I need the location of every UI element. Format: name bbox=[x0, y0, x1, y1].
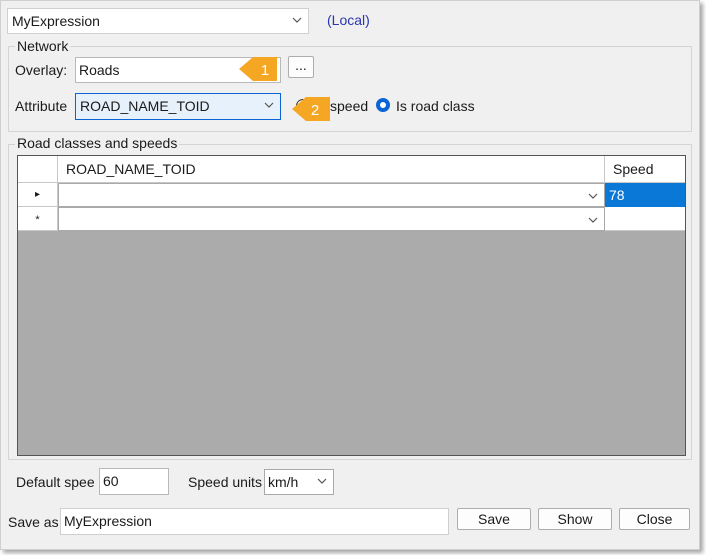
chevron-down-icon bbox=[264, 102, 274, 108]
column-header-speed-label: Speed bbox=[613, 161, 654, 177]
callout-2-number: 2 bbox=[310, 102, 320, 119]
speed-units-label: Speed units bbox=[188, 474, 262, 490]
row-header-current[interactable]: ▸ bbox=[18, 183, 58, 207]
save-as-field[interactable]: MyExpression bbox=[60, 508, 449, 535]
speed-cell[interactable]: 78 bbox=[605, 183, 685, 207]
road-classes-grid[interactable]: ROAD_NAME_TOID Speed ▸ 78 * bbox=[17, 155, 686, 456]
attribute-select[interactable]: ROAD_NAME_TOID bbox=[75, 93, 281, 120]
expression-select[interactable]: MyExpression bbox=[7, 8, 309, 34]
road-class-cell-select[interactable] bbox=[58, 207, 605, 231]
save-as-value: MyExpression bbox=[64, 513, 152, 529]
attribute-select-value: ROAD_NAME_TOID bbox=[80, 98, 210, 114]
speed-units-value: km/h bbox=[268, 474, 299, 490]
expression-select-value: MyExpression bbox=[12, 13, 100, 29]
new-row-indicator-icon: * bbox=[35, 214, 40, 226]
road-classes-title: Road classes and speeds bbox=[15, 135, 180, 151]
chevron-down-icon bbox=[588, 217, 598, 223]
road-class-radio[interactable] bbox=[376, 98, 390, 112]
show-button[interactable]: Show bbox=[538, 508, 612, 530]
speed-cell[interactable] bbox=[605, 207, 685, 231]
road-class-radio-label[interactable]: Is road class bbox=[396, 98, 475, 114]
default-speed-label: Default spee bbox=[16, 474, 95, 490]
road-class-cell-select[interactable] bbox=[58, 183, 605, 207]
speed-cell-value: 78 bbox=[609, 187, 625, 203]
grid-corner-header bbox=[18, 156, 58, 183]
column-header-speed[interactable]: Speed bbox=[605, 156, 685, 183]
chevron-down-icon bbox=[317, 478, 327, 484]
chevron-down-icon bbox=[292, 17, 302, 23]
overlay-field-value: Roads bbox=[79, 62, 120, 78]
save-button[interactable]: Save bbox=[457, 508, 531, 530]
default-speed-value: 60 bbox=[103, 473, 119, 489]
scope-label: (Local) bbox=[327, 12, 370, 28]
column-header-road-class-label: ROAD_NAME_TOID bbox=[66, 161, 196, 177]
close-button[interactable]: Close bbox=[619, 508, 690, 530]
save-as-label: Save as bbox=[8, 514, 59, 530]
expression-dialog: MyExpression (Local) Network Overlay: Ro… bbox=[0, 0, 700, 550]
attribute-label: Attribute bbox=[15, 98, 68, 114]
row-header-new[interactable]: * bbox=[18, 207, 58, 231]
current-row-indicator-icon: ▸ bbox=[34, 189, 41, 200]
overlay-label: Overlay: bbox=[15, 62, 68, 78]
chevron-down-icon bbox=[588, 193, 598, 199]
default-speed-field[interactable]: 60 bbox=[99, 468, 169, 495]
column-header-road-class[interactable]: ROAD_NAME_TOID bbox=[58, 156, 605, 183]
callout-1-number: 1 bbox=[260, 62, 270, 79]
network-group-title: Network bbox=[15, 38, 71, 54]
browse-overlay-button[interactable]: ... bbox=[288, 56, 314, 78]
speed-units-select[interactable]: km/h bbox=[264, 469, 334, 495]
speed-radio-label[interactable]: speed bbox=[330, 98, 368, 114]
